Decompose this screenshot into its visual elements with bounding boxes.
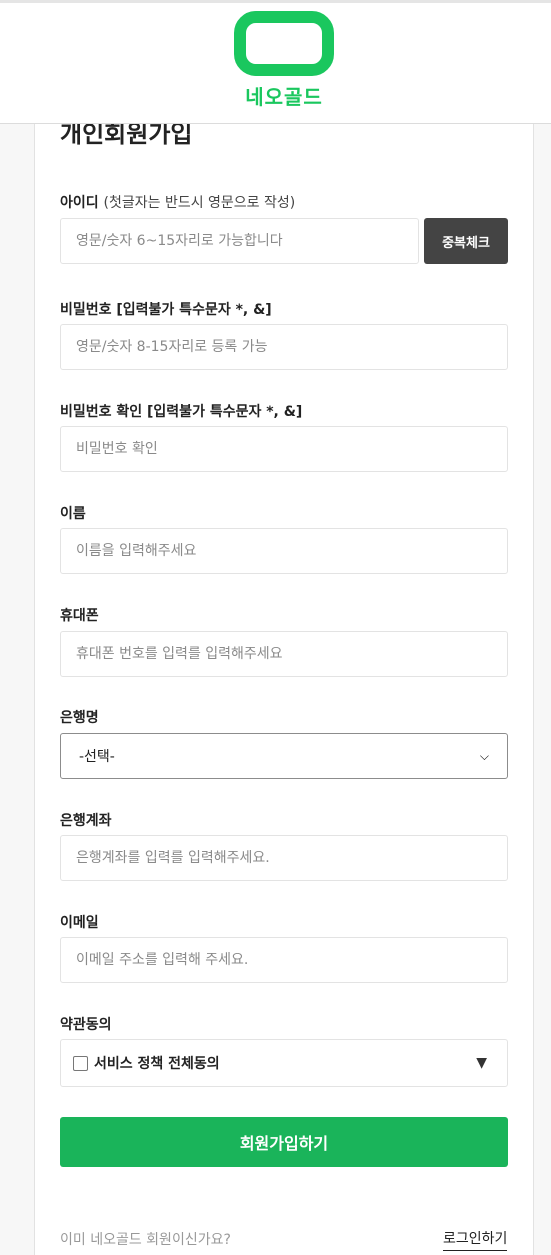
chevron-down-icon: ⌵	[479, 748, 489, 763]
site-header: 네오골드	[0, 0, 551, 124]
terms-label: 약관동의	[60, 1017, 112, 1033]
bank-select-value: -선택-	[79, 749, 115, 765]
email-label: 이메일	[60, 915, 99, 931]
signup-submit-button[interactable]: 회원가입하기	[60, 1117, 508, 1167]
name-label: 이름	[60, 506, 86, 522]
triangle-down-icon[interactable]: ▼	[476, 1055, 487, 1071]
terms-agree-box[interactable]: 서비스 정책 전체동의 ▼	[60, 1039, 508, 1087]
id-label-hint: (첫글자는 반드시 영문으로 작성)	[103, 195, 296, 211]
terms-checkbox-label: 서비스 정책 전체동의	[94, 1056, 220, 1072]
name-input[interactable]	[60, 528, 508, 574]
duplicate-check-button[interactable]: 중복체크	[424, 218, 508, 264]
account-input[interactable]	[60, 835, 508, 881]
phone-input[interactable]	[60, 631, 508, 677]
login-link[interactable]: 로그인하기	[443, 1228, 508, 1251]
password-confirm-label: 비밀번호 확인 [입력불가 특수문자 *, &]	[60, 404, 303, 420]
id-label: 아이디 (첫글자는 반드시 영문으로 작성)	[60, 192, 295, 212]
id-label-text: 아이디	[60, 195, 99, 211]
brand-logo[interactable]: 네오골드	[234, 11, 334, 111]
account-label: 은행계좌	[60, 813, 112, 829]
id-input[interactable]	[60, 218, 419, 264]
logo-mark	[234, 11, 334, 76]
logo-text: 네오골드	[245, 85, 323, 109]
password-label: 비밀번호 [입력불가 특수문자 *, &]	[60, 302, 272, 318]
terms-checkbox[interactable]	[73, 1055, 88, 1071]
password-input[interactable]	[60, 324, 508, 370]
email-input[interactable]	[60, 937, 508, 983]
existing-member-question: 이미 네오골드 회원이신가요?	[60, 1232, 231, 1248]
bank-select[interactable]: -선택- ⌵	[60, 733, 508, 779]
phone-label: 휴대폰	[60, 608, 99, 624]
bank-label: 은행명	[60, 710, 99, 726]
password-confirm-input[interactable]	[60, 426, 508, 472]
